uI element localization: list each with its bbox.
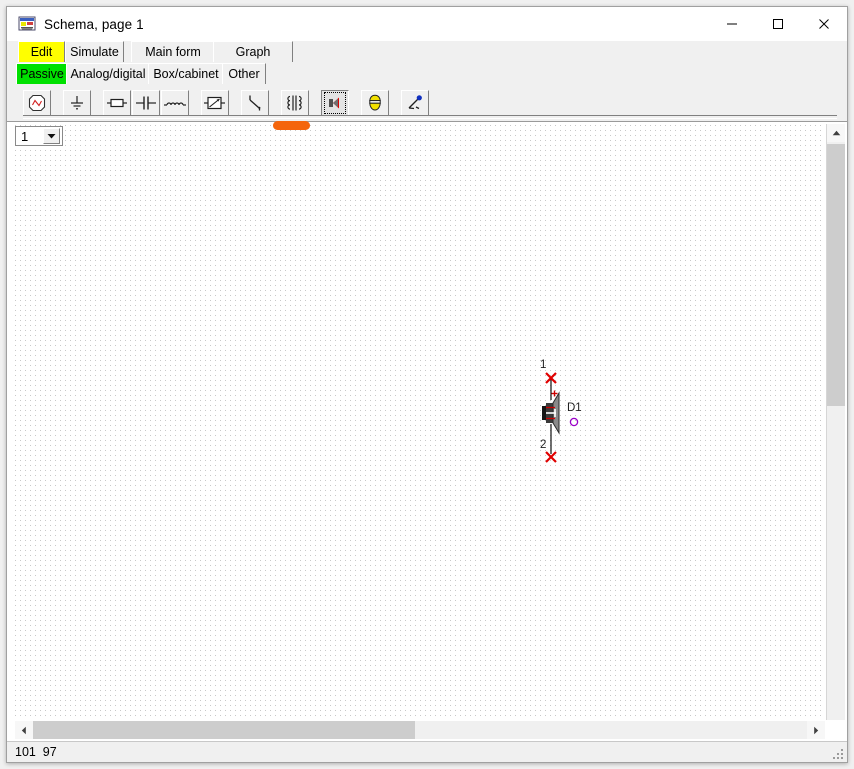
- close-icon: [819, 19, 829, 29]
- toolbar-separator: [23, 115, 837, 119]
- switch-icon: [249, 95, 261, 111]
- probe-icon: [408, 95, 422, 110]
- chevron-down-icon[interactable]: [43, 128, 60, 144]
- pin-2-label: 2: [540, 439, 547, 451]
- switch-button[interactable]: [241, 90, 269, 116]
- scroll-right-button[interactable]: [807, 721, 825, 739]
- secondary-tabstrip: Passive Analog/digital Box/cabinet Other: [7, 63, 847, 85]
- scroll-up-button[interactable]: [827, 124, 845, 142]
- tab-box-cabinet[interactable]: Box/cabinet: [148, 63, 224, 84]
- inductor-icon: [164, 102, 186, 106]
- variable-component-icon: [204, 96, 225, 110]
- tab-simulate[interactable]: Simulate: [65, 41, 124, 62]
- tab-passive[interactable]: Passive: [16, 63, 68, 84]
- ground-icon: [71, 96, 83, 110]
- microphone-icon: [369, 94, 381, 111]
- transformer-icon: [287, 95, 302, 111]
- tab-simulate-label: Simulate: [70, 45, 119, 59]
- signal-source-button[interactable]: [23, 90, 51, 116]
- title-bar: Schema, page 1: [7, 7, 847, 41]
- variable-component-button[interactable]: [201, 90, 229, 116]
- window-title: Schema, page 1: [44, 16, 144, 32]
- vertical-scroll-thumb[interactable]: [827, 144, 845, 406]
- resistor-icon: [107, 98, 127, 108]
- speaker-button[interactable]: [321, 90, 349, 116]
- caption-button-group: [709, 7, 847, 41]
- speaker-icon: [329, 97, 339, 109]
- tab-other[interactable]: Other: [222, 63, 266, 84]
- close-button[interactable]: [801, 7, 847, 41]
- tab-graph[interactable]: Graph: [213, 41, 293, 62]
- resize-grip[interactable]: [831, 747, 845, 761]
- app-root: Schema, page 1 Edit Simulate Main form G…: [0, 0, 854, 769]
- horizontal-scroll-thumb[interactable]: [33, 721, 415, 739]
- microphone-button[interactable]: [361, 90, 389, 116]
- minimize-button[interactable]: [709, 7, 755, 41]
- tab-other-label: Other: [228, 67, 260, 81]
- component-d1[interactable]: 1 2 D1: [529, 359, 599, 467]
- tab-analog-digital[interactable]: Analog/digital: [66, 63, 150, 84]
- tab-edit-label: Edit: [30, 45, 53, 59]
- resistor-button[interactable]: [103, 90, 131, 116]
- tab-main-form[interactable]: Main form: [131, 41, 215, 62]
- schema-window: Schema, page 1 Edit Simulate Main form G…: [6, 6, 848, 763]
- component-reference-label: D1: [567, 402, 582, 414]
- component-toolbar: [7, 85, 847, 121]
- page-selector-value: 1: [21, 128, 29, 144]
- tab-edit[interactable]: Edit: [18, 41, 65, 62]
- scroll-left-button[interactable]: [15, 721, 33, 739]
- vertical-scrollbar[interactable]: [826, 124, 845, 720]
- chevron-up-icon: [832, 130, 840, 136]
- minimize-icon: [727, 23, 737, 25]
- signal-source-icon: [28, 94, 46, 112]
- capacitor-button[interactable]: [132, 90, 160, 116]
- chevron-right-icon: [814, 726, 819, 734]
- capacitor-icon: [136, 96, 156, 110]
- inductor-button[interactable]: [161, 90, 189, 116]
- probe-button[interactable]: [401, 90, 429, 116]
- tab-analog-digital-label: Analog/digital: [70, 67, 146, 81]
- status-bar: 101 97: [7, 741, 847, 762]
- pin-1-label: 1: [540, 359, 547, 371]
- horizontal-scrollbar[interactable]: [15, 721, 825, 739]
- maximize-button[interactable]: [755, 7, 801, 41]
- primary-tabstrip: Edit Simulate Main form Graph: [7, 41, 847, 63]
- tab-box-cabinet-label: Box/cabinet: [153, 67, 219, 81]
- maximize-icon: [773, 19, 783, 29]
- ground-button[interactable]: [63, 90, 91, 116]
- selection-highlight-marker: [273, 121, 310, 130]
- cursor-coordinates: 101 97: [15, 745, 57, 759]
- schema-client-area: 1 2 D1 1: [7, 121, 847, 741]
- tab-graph-label: Graph: [235, 45, 271, 59]
- schematic-canvas[interactable]: 1 2 D1: [15, 125, 823, 720]
- tab-main-form-label: Main form: [145, 45, 201, 59]
- transformer-button[interactable]: [281, 90, 309, 116]
- page-selector[interactable]: 1: [15, 126, 63, 146]
- chevron-left-icon: [21, 726, 26, 734]
- tab-passive-label: Passive: [20, 67, 64, 81]
- schematic-icon: [18, 16, 36, 32]
